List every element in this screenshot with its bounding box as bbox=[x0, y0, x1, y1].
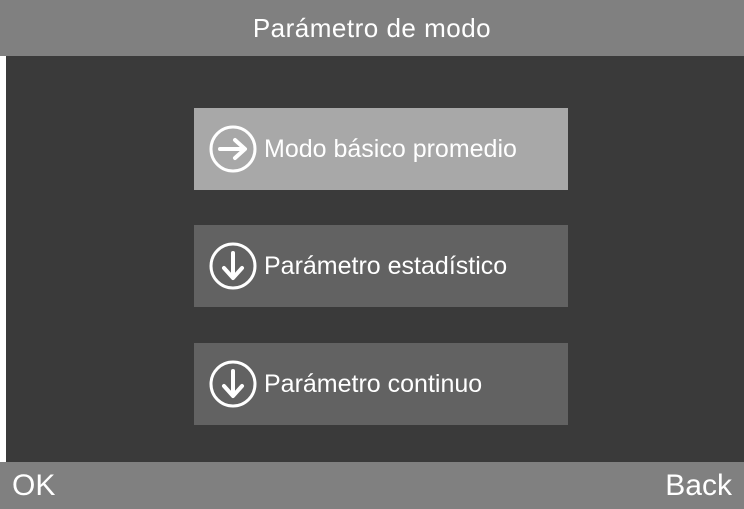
back-button[interactable]: Back bbox=[665, 462, 732, 509]
mode-parameter-screen: Parámetro de modo Modo básico promedio P… bbox=[0, 0, 744, 509]
arrow-right-circle-icon bbox=[209, 125, 257, 173]
arrow-down-circle-icon bbox=[209, 242, 257, 290]
menu-button-statistical-parameter[interactable]: Parámetro estadístico bbox=[194, 225, 568, 307]
menu-button-basic-average-mode[interactable]: Modo básico promedio bbox=[194, 108, 568, 190]
title-bar: Parámetro de modo bbox=[0, 0, 744, 56]
menu-label: Parámetro continuo bbox=[264, 369, 483, 398]
menu-button-continuous-parameter[interactable]: Parámetro continuo bbox=[194, 343, 568, 425]
menu-label: Parámetro estadístico bbox=[264, 251, 508, 280]
page-title: Parámetro de modo bbox=[252, 12, 492, 43]
menu-label: Modo básico promedio bbox=[264, 134, 517, 163]
softkey-bar: OK Back bbox=[0, 462, 744, 509]
ok-button[interactable]: OK bbox=[12, 462, 55, 509]
arrow-down-circle-icon bbox=[209, 360, 257, 408]
